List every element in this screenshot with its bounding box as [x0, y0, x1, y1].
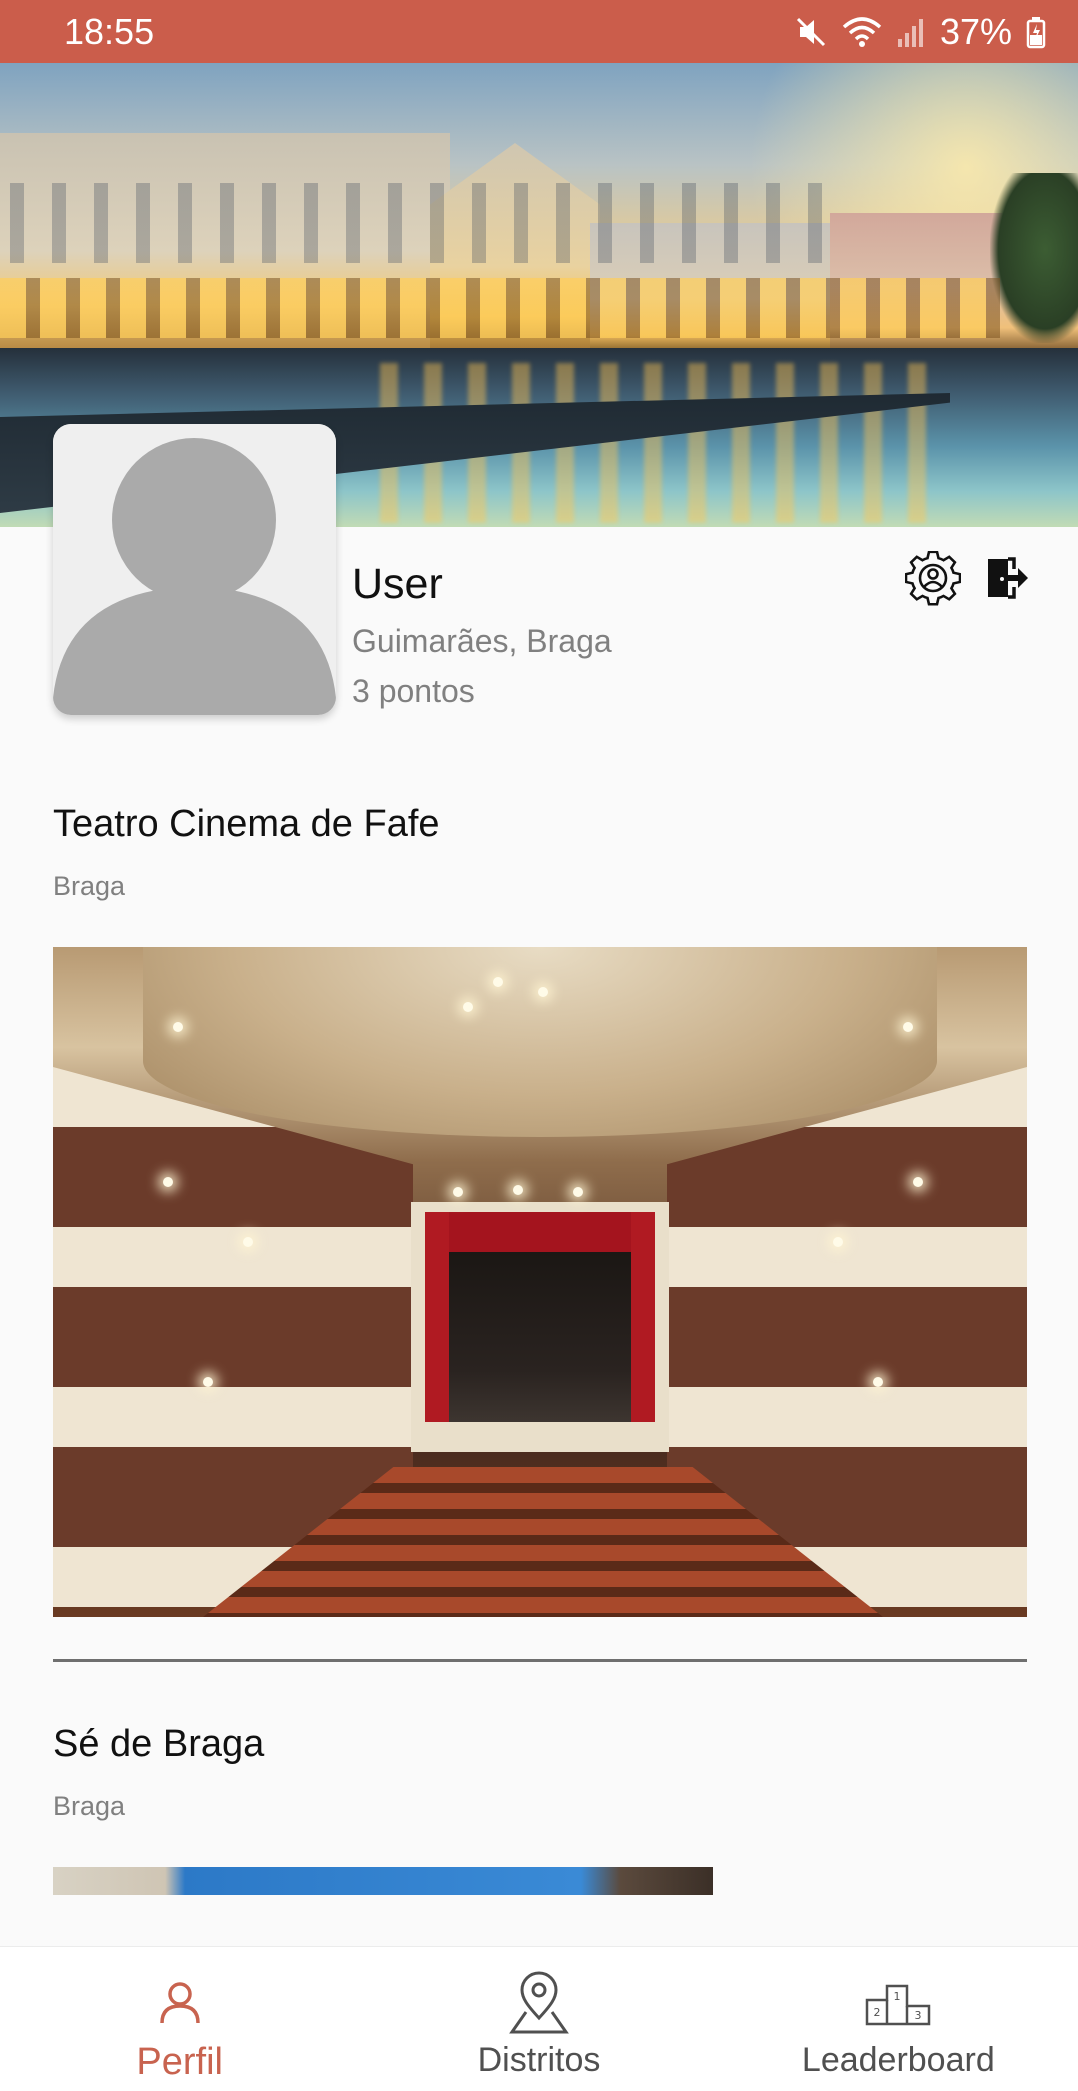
nav-label: Distritos — [477, 2041, 601, 2079]
profile-screen: 18:55 37% User Guimarães, Braga 3 pontos… — [0, 0, 1078, 2091]
nav-item-perfil[interactable]: Perfil — [0, 1947, 359, 2091]
nav-label: Perfil — [136, 2041, 223, 2083]
svg-text:1: 1 — [894, 1990, 901, 2003]
bottom-navigation: Perfil Distritos 2 1 3 Leaderboard — [0, 1946, 1078, 2091]
user-name: User — [352, 560, 443, 608]
map-pin-icon — [506, 1969, 572, 2037]
place-district: Braga — [53, 1791, 126, 1821]
nav-item-leaderboard[interactable]: 2 1 3 Leaderboard — [719, 1947, 1078, 2091]
battery-icon — [1026, 15, 1046, 49]
mute-icon — [794, 15, 828, 49]
cathedral-photo[interactable] — [53, 1867, 713, 1895]
logout-icon — [984, 555, 1030, 606]
wifi-icon — [842, 15, 882, 49]
logout-button[interactable] — [977, 550, 1037, 610]
place-card[interactable]: Sé de Braga Braga — [53, 1690, 1027, 1895]
place-district: Braga — [53, 871, 126, 901]
theatre-interior-photo[interactable] — [53, 947, 1027, 1617]
signal-icon — [896, 15, 926, 49]
gear-icon — [904, 550, 962, 612]
svg-text:3: 3 — [915, 2009, 922, 2022]
svg-text:2: 2 — [874, 2006, 881, 2019]
place-name: Teatro Cinema de Fafe — [53, 803, 440, 845]
divider — [53, 1659, 1027, 1662]
user-location: Guimarães, Braga — [352, 623, 612, 659]
person-icon — [156, 1969, 204, 2037]
place-card[interactable]: Teatro Cinema de Fafe Braga — [53, 770, 1027, 1620]
nav-label: Leaderboard — [801, 2041, 995, 2079]
place-name: Sé de Braga — [53, 1723, 265, 1765]
status-time: 18:55 — [64, 10, 155, 52]
status-icons: 37% — [794, 11, 1046, 53]
podium-icon: 2 1 3 — [865, 1969, 931, 2037]
settings-button[interactable] — [903, 550, 963, 612]
user-points: 3 pontos — [352, 673, 475, 709]
avatar[interactable] — [53, 424, 336, 715]
status-bar: 18:55 37% — [0, 0, 1078, 63]
battery-percent: 37% — [939, 10, 1012, 52]
nav-item-distritos[interactable]: Distritos — [359, 1947, 718, 2091]
places-feed[interactable]: Teatro Cinema de Fafe Braga Sé de Braga … — [0, 770, 1078, 1895]
